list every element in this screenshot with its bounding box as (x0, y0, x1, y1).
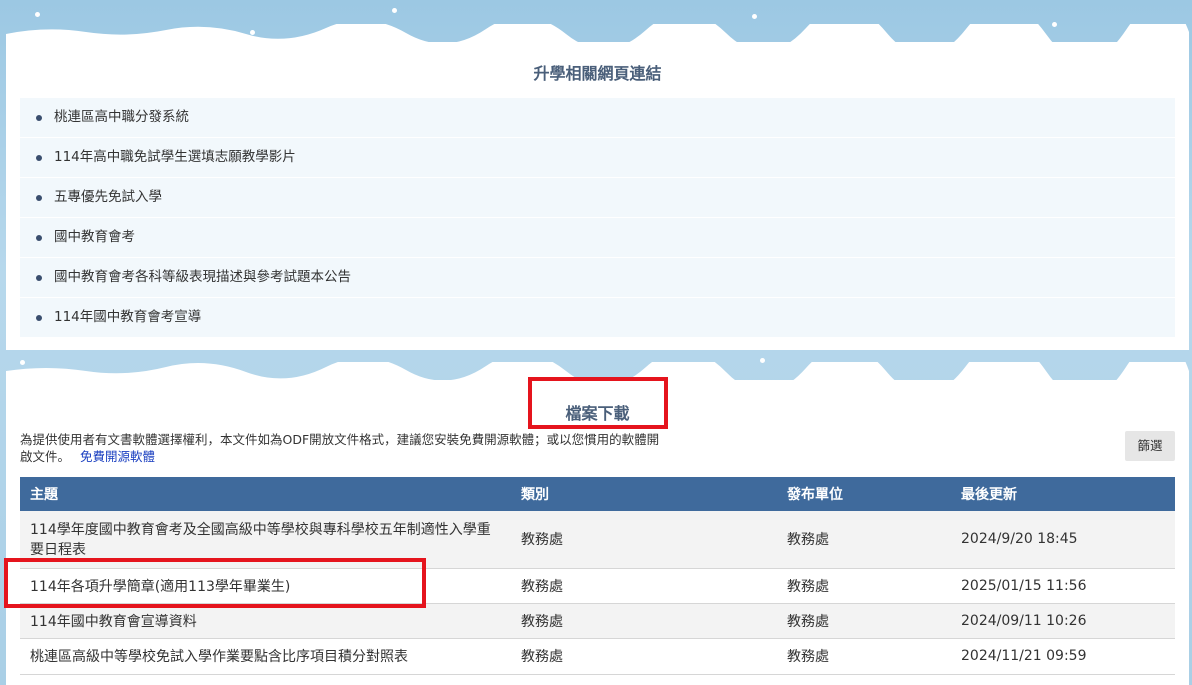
highlight-box-row (4, 558, 426, 608)
cell-category: 教務處 (521, 532, 563, 549)
cell-updated: 2024/9/20 18:45 (961, 531, 1078, 548)
bullet-icon (36, 315, 42, 321)
snowflake (752, 14, 757, 19)
cell-updated: 2025/01/15 11:56 (961, 577, 1087, 594)
cell-subject[interactable]: 114年國中教育會宣導資料 (20, 603, 511, 638)
list-item-link[interactable]: 國中教育會考各科等級表現描述與參考試題本公告 (20, 258, 1175, 298)
cell-updated: 2024/11/21 09:59 (961, 648, 1087, 664)
cell-category: 教務處 (521, 613, 563, 630)
links-panel: 升學相關網頁連結 桃連區高中職分發系統 114年高中職免試學生選填志願教學影片 … (6, 24, 1189, 350)
bullet-icon (36, 235, 42, 241)
list-item-link[interactable]: 114年高中職免試學生選填志願教學影片 (20, 138, 1175, 178)
link-text[interactable]: 114年國中教育會考宣導 (54, 309, 201, 325)
column-header-subject[interactable]: 主題 (20, 477, 511, 511)
links-list: 桃連區高中職分發系統 114年高中職免試學生選填志願教學影片 五專優先免試入學 … (20, 98, 1175, 338)
list-item-link[interactable]: 114年國中教育會考宣導 (20, 298, 1175, 338)
table-header-row: 主題 類別 發布單位 最後更新 (20, 477, 1175, 511)
list-item-link[interactable]: 國中教育會考 (20, 218, 1175, 258)
bullet-icon (36, 115, 42, 121)
table-row[interactable]: 114年國中教育會宣導資料 教務處 教務處 2024/09/11 10:26 (20, 603, 1175, 638)
link-text[interactable]: 114年高中職免試學生選填志願教學影片 (54, 149, 296, 165)
column-header-unit[interactable]: 發布單位 (777, 477, 951, 511)
snowflake (35, 12, 40, 17)
cell-updated: 2024/09/11 10:26 (961, 612, 1087, 629)
list-item-link[interactable]: 五專優先免試入學 (20, 178, 1175, 218)
filter-button[interactable]: 篩選 (1125, 431, 1175, 461)
open-source-software-link[interactable]: 免費開源軟體 (80, 449, 155, 464)
cell-unit: 教務處 (787, 532, 829, 549)
highlight-box-title (528, 377, 668, 429)
cell-unit: 教務處 (787, 649, 829, 665)
cell-unit: 教務處 (787, 578, 829, 595)
bullet-icon (36, 155, 42, 161)
snow-edge-decoration (6, 24, 1189, 46)
table-row[interactable]: 桃連區高級中等學校免試入學作業要點含比序項目積分對照表 教務處 教務處 2024… (20, 638, 1175, 674)
odf-notice: 為提供使用者有文書軟體選擇權利，本文件如為ODF開放文件格式，建議您安裝免費開源… (20, 431, 660, 465)
link-text[interactable]: 國中教育會考 (54, 229, 135, 245)
column-header-updated[interactable]: 最後更新 (951, 477, 1175, 511)
link-text[interactable]: 桃連區高中職分發系統 (54, 109, 189, 125)
cell-subject[interactable]: 桃連區高級中等學校免試入學作業要點含比序項目積分對照表 (20, 638, 511, 674)
bullet-icon (36, 275, 42, 281)
files-panel: 檔案下載 為提供使用者有文書軟體選擇權利，本文件如為ODF開放文件格式，建議您安… (4, 362, 1189, 685)
cell-unit: 教務處 (787, 613, 829, 630)
bullet-icon (36, 195, 42, 201)
link-text[interactable]: 五專優先免試入學 (54, 189, 162, 205)
snowflake (392, 8, 397, 13)
link-text[interactable]: 國中教育會考各科等級表現描述與參考試題本公告 (54, 269, 351, 285)
cell-category: 教務處 (521, 649, 563, 665)
cell-category: 教務處 (521, 578, 563, 595)
list-item-link[interactable]: 桃連區高中職分發系統 (20, 98, 1175, 138)
links-section-title: 升學相關網頁連結 (533, 64, 662, 83)
column-header-category[interactable]: 類別 (511, 477, 777, 511)
